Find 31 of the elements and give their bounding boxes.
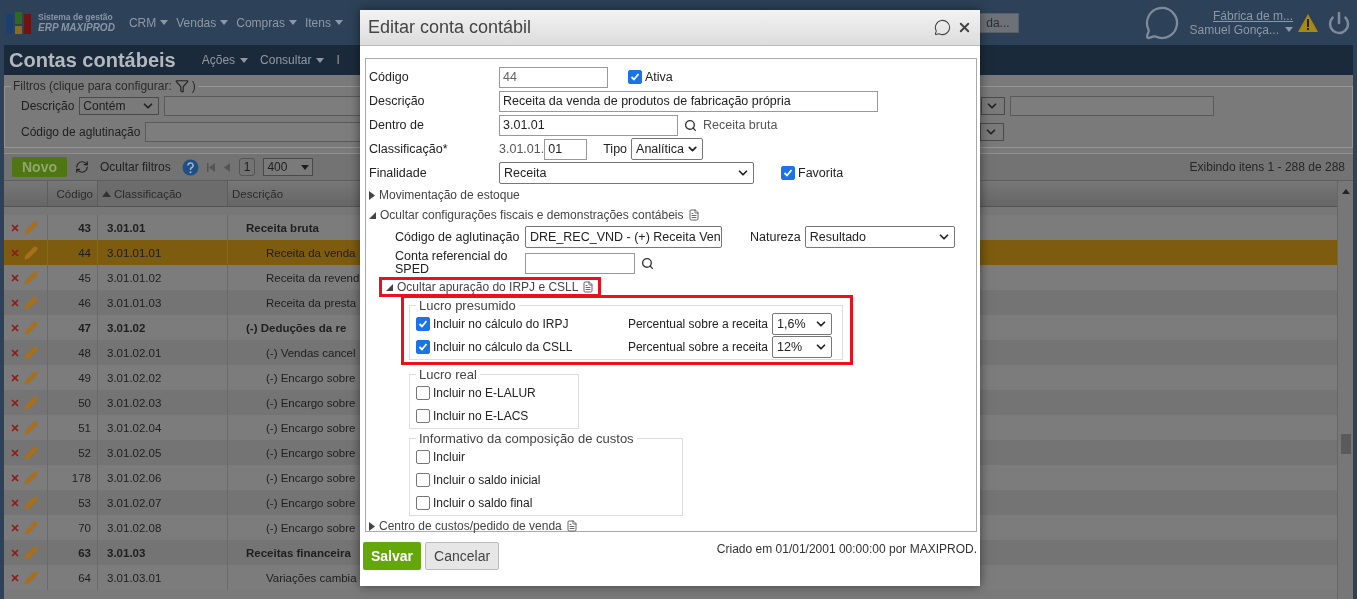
filter-legend-end: ) <box>191 79 196 93</box>
checkbox-label: Ativa <box>645 70 673 84</box>
checkbox-label: Incluir o saldo inicial <box>433 473 541 487</box>
field-label: Classificação* <box>369 142 449 156</box>
field-label: Dentro de <box>369 118 425 132</box>
checkbox-label: Incluir o saldo final <box>433 496 533 510</box>
parent-name: Receita bruta <box>703 118 778 132</box>
filter-label: Código de aglutinação <box>21 125 141 139</box>
filter-label: Descrição <box>21 99 75 113</box>
page-title: Contas contábeis <box>9 48 176 72</box>
field-label: Código <box>369 70 410 84</box>
group-title: Lucro real <box>418 367 478 382</box>
table-cell: 3.01.03.01 <box>97 565 227 590</box>
logo-caption: Sistema de gestão <box>38 12 114 22</box>
field-label: Finalidade <box>369 166 428 180</box>
dialog-title: Editar conta contábil <box>368 17 533 38</box>
table-cell: 64 <box>47 565 97 590</box>
field-label: Descrição <box>369 94 426 108</box>
logo-name: ERP MAXIPROD <box>38 22 115 33</box>
group-title: Lucro presumido <box>418 298 517 313</box>
classification-prefix: 3.01.01. <box>499 142 545 156</box>
items-summary: Exibindo itens 1 - 288 de 288 <box>1189 160 1345 174</box>
checkbox-label: Incluir no cálculo do IRPJ <box>433 317 569 331</box>
field-label: Percentual sobre a receita <box>627 340 768 354</box>
checkbox-label: Favorita <box>798 166 844 180</box>
checkbox-label: Incluir no cálculo da CSLL <box>433 340 573 354</box>
checkbox-label: Incluir <box>433 450 465 464</box>
filter-legend: Filtros (clique para configurar: <box>13 79 172 93</box>
created-info: Criado em 01/01/2001 00:00:00 por MAXIPROD. <box>716 542 977 556</box>
field-label: Percentual sobre a receita <box>627 317 768 331</box>
field-label: Tipo <box>603 142 628 156</box>
